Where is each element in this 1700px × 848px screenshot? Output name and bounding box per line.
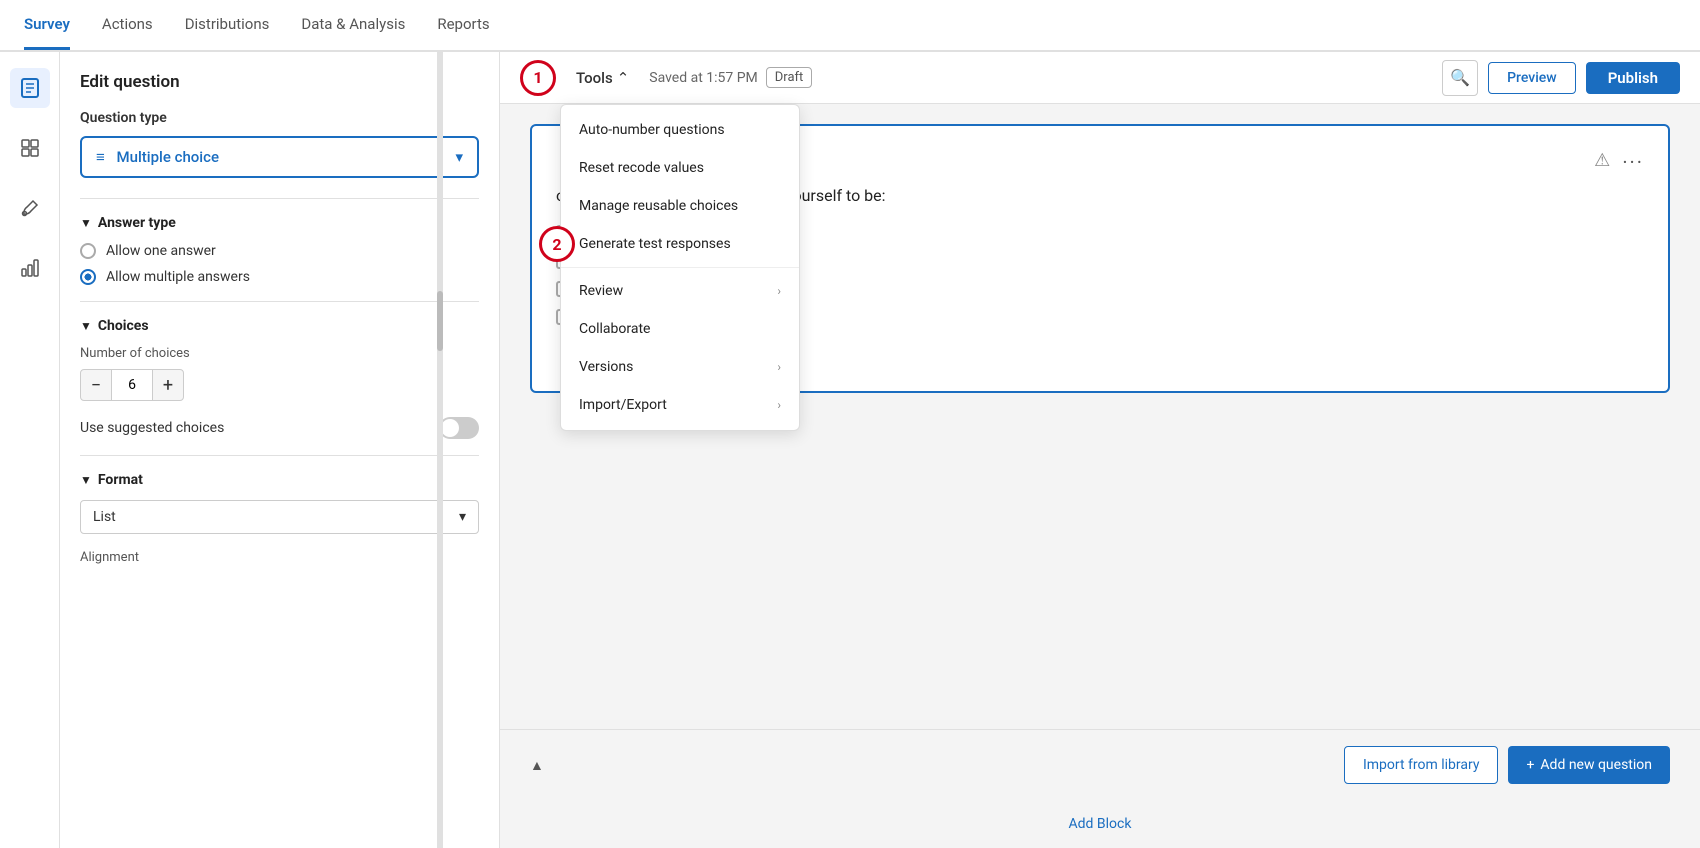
saved-status-text: Saved at 1:57 PM [649, 70, 758, 86]
dropdown-item-import-export[interactable]: Import/Export › [561, 386, 799, 424]
warning-icon: ⚠ [1594, 150, 1610, 174]
allow-multiple-answers-radio[interactable] [80, 269, 96, 285]
plus-icon: + [1526, 757, 1534, 773]
choices-count-value: 6 [112, 369, 152, 401]
dropdown-item-auto-number-label: Auto-number questions [579, 122, 725, 138]
use-suggested-choices-toggle[interactable] [439, 417, 479, 439]
answer-type-label: Answer type [98, 215, 176, 231]
use-suggested-choices-row: Use suggested choices [80, 417, 479, 439]
dropdown-item-versions[interactable]: Versions › [561, 348, 799, 386]
increase-choices-button[interactable]: + [152, 369, 184, 401]
dropdown-item-reset-recode[interactable]: Reset recode values [561, 149, 799, 187]
choices-label: Choices [98, 318, 149, 334]
search-icon: 🔍 [1450, 68, 1470, 87]
icon-sidebar [0, 52, 60, 848]
sidebar-item-data[interactable] [10, 248, 50, 288]
review-submenu-icon: › [777, 284, 781, 298]
question-type-value: Multiple choice [117, 148, 219, 166]
content-area: 1 Tools ⌃ Saved at 1:57 PM Draft 🔍 Previ… [500, 52, 1700, 848]
decrease-choices-button[interactable]: − [80, 369, 112, 401]
nav-tabs: Survey Actions Distributions Data & Anal… [24, 1, 490, 50]
dropdown-item-auto-number[interactable]: Auto-number questions [561, 111, 799, 149]
versions-submenu-icon: › [777, 360, 781, 374]
dropdown-item-reset-recode-label: Reset recode values [579, 160, 704, 176]
top-navigation: Survey Actions Distributions Data & Anal… [0, 0, 1700, 52]
content-toolbar: 1 Tools ⌃ Saved at 1:57 PM Draft 🔍 Previ… [500, 52, 1700, 104]
toolbar-left: 1 Tools ⌃ Saved at 1:57 PM Draft [520, 60, 812, 96]
format-arrow: ▼ [80, 473, 92, 487]
allow-one-answer-option[interactable]: Allow one answer [80, 243, 479, 259]
sidebar-item-layout[interactable] [10, 128, 50, 168]
preview-button[interactable]: Preview [1488, 62, 1576, 94]
allow-one-answer-label: Allow one answer [106, 243, 216, 259]
tab-distributions[interactable]: Distributions [185, 1, 270, 50]
format-value: List [93, 509, 116, 525]
add-block-label: Add Block [1069, 816, 1132, 832]
answer-type-arrow: ▼ [80, 216, 92, 230]
draft-badge: Draft [766, 67, 813, 88]
allow-one-answer-radio[interactable] [80, 243, 96, 259]
bottom-right-actions: Import from library + Add new question [1344, 746, 1670, 784]
tab-survey[interactable]: Survey [24, 1, 70, 50]
main-layout: Edit question Question type ≡ Multiple c… [0, 52, 1700, 848]
dropdown-item-collaborate-label: Collaborate [579, 321, 650, 337]
step-2-indicator: 2 [539, 226, 575, 262]
chevron-down-icon: ▾ [455, 148, 463, 166]
panel-title: Edit question [80, 72, 479, 92]
toolbar-right: 🔍 Preview Publish [1442, 60, 1680, 96]
tools-chevron-icon: ⌃ [617, 69, 630, 87]
tools-button[interactable]: Tools ⌃ [564, 63, 641, 93]
import-export-submenu-icon: › [777, 398, 781, 412]
vertical-slider[interactable] [437, 52, 443, 848]
alignment-label: Alignment [80, 550, 479, 565]
publish-button[interactable]: Publish [1586, 62, 1680, 94]
tools-label: Tools [576, 69, 613, 87]
add-new-question-button[interactable]: + Add new question [1508, 746, 1670, 784]
format-chevron-icon: ▾ [459, 509, 466, 525]
allow-multiple-answers-option[interactable]: Allow multiple answers [80, 269, 479, 285]
dropdown-item-collaborate[interactable]: Collaborate [561, 310, 799, 348]
tools-dropdown-menu: Auto-number questions Reset recode value… [560, 104, 800, 431]
dropdown-item-generate-test[interactable]: 2 Generate test responses [561, 225, 799, 263]
choices-section-header[interactable]: ▼ Choices [80, 318, 479, 334]
collapse-button[interactable]: ▲ [530, 757, 544, 774]
choices-arrow: ▼ [80, 319, 92, 333]
import-from-library-button[interactable]: Import from library [1344, 746, 1499, 784]
question-type-label: Question type [80, 110, 479, 126]
search-button[interactable]: 🔍 [1442, 60, 1478, 96]
format-section-header[interactable]: ▼ Format [80, 472, 479, 488]
question-type-select[interactable]: ≡ Multiple choice ▾ [80, 136, 479, 178]
dropdown-item-manage-choices[interactable]: Manage reusable choices [561, 187, 799, 225]
tab-actions[interactable]: Actions [102, 1, 153, 50]
dropdown-item-review-label: Review [579, 283, 623, 299]
answer-type-section-header[interactable]: ▼ Answer type [80, 215, 479, 231]
slider-thumb[interactable] [437, 291, 443, 351]
left-panel: Edit question Question type ≡ Multiple c… [60, 52, 500, 848]
number-control: − 6 + [80, 369, 479, 401]
use-suggested-choices-label: Use suggested choices [80, 420, 224, 436]
dropdown-item-review[interactable]: Review › [561, 272, 799, 310]
number-of-choices-label: Number of choices [80, 346, 479, 361]
format-select[interactable]: List ▾ [80, 500, 479, 534]
tab-reports[interactable]: Reports [437, 1, 489, 50]
dropdown-item-versions-label: Versions [579, 359, 633, 375]
more-options-icon[interactable]: ··· [1622, 150, 1644, 174]
step-1-indicator: 1 [520, 60, 556, 96]
question-type-icon: ≡ [96, 148, 105, 166]
add-new-question-label: Add new question [1540, 757, 1652, 773]
sidebar-item-survey[interactable] [10, 68, 50, 108]
tab-data-analysis[interactable]: Data & Analysis [301, 1, 405, 50]
allow-multiple-answers-label: Allow multiple answers [106, 269, 250, 285]
dropdown-item-import-export-label: Import/Export [579, 397, 667, 413]
sidebar-item-paint[interactable] [10, 188, 50, 228]
bottom-actions-bar: ▲ Import from library + Add new question [500, 729, 1700, 800]
choices-section: Number of choices − 6 + [80, 346, 479, 401]
format-label: Format [98, 472, 143, 488]
add-block-area[interactable]: Add Block [500, 800, 1700, 848]
dropdown-divider-1 [561, 267, 799, 268]
dropdown-item-generate-test-label: Generate test responses [579, 236, 731, 252]
dropdown-item-manage-choices-label: Manage reusable choices [579, 198, 738, 214]
